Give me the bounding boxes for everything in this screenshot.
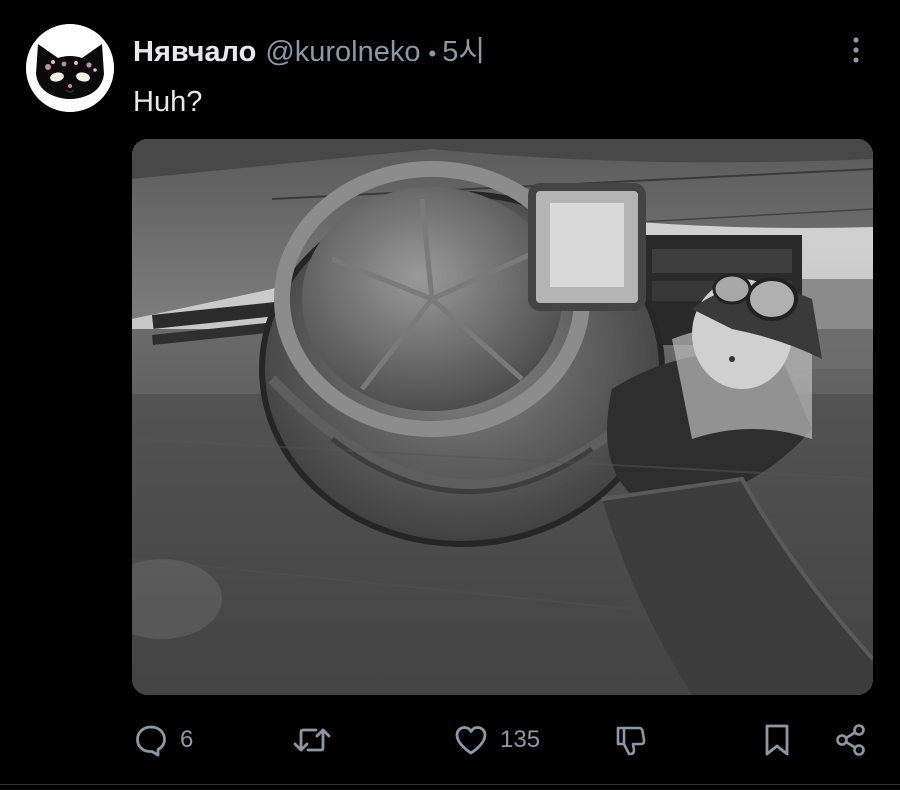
share-button[interactable] (833, 716, 869, 764)
more-options-button[interactable] (838, 30, 874, 70)
separator-dot: • (428, 41, 437, 66)
post-actions: 6 135 (0, 716, 900, 764)
post: Нявчало @kurolneko • 5시 Huh? 6 135 (0, 0, 900, 790)
post-header: Нявчало @kurolneko • 5시 (133, 34, 485, 72)
author-avatar[interactable] (26, 24, 114, 112)
thumbs-down-icon (616, 726, 646, 756)
reply-count: 6 (180, 726, 194, 753)
post-photo[interactable] (132, 139, 873, 695)
repost-arrows-icon (293, 728, 331, 752)
author-display-name[interactable]: Нявчало (133, 34, 256, 70)
repost-button[interactable] (292, 716, 344, 764)
reply-button[interactable]: 6 (134, 716, 193, 764)
bookmark-button[interactable] (762, 716, 792, 764)
post-timestamp[interactable]: 5시 (442, 34, 485, 70)
dislike-button[interactable] (612, 716, 648, 764)
heart-icon (455, 726, 487, 755)
ball-turret-photo (132, 139, 873, 695)
bookmark-icon (765, 724, 789, 756)
black-cat-mask-icon (26, 24, 114, 112)
author-handle[interactable]: @kurolneko (265, 34, 420, 70)
vertical-ellipsis-icon (853, 37, 859, 63)
share-nodes-icon (836, 724, 865, 756)
reply-bubble-icon (136, 725, 166, 757)
post-text: Huh? (133, 86, 203, 118)
post-divider (0, 784, 900, 785)
like-count: 135 (500, 726, 541, 753)
like-button[interactable]: 135 (454, 716, 540, 764)
